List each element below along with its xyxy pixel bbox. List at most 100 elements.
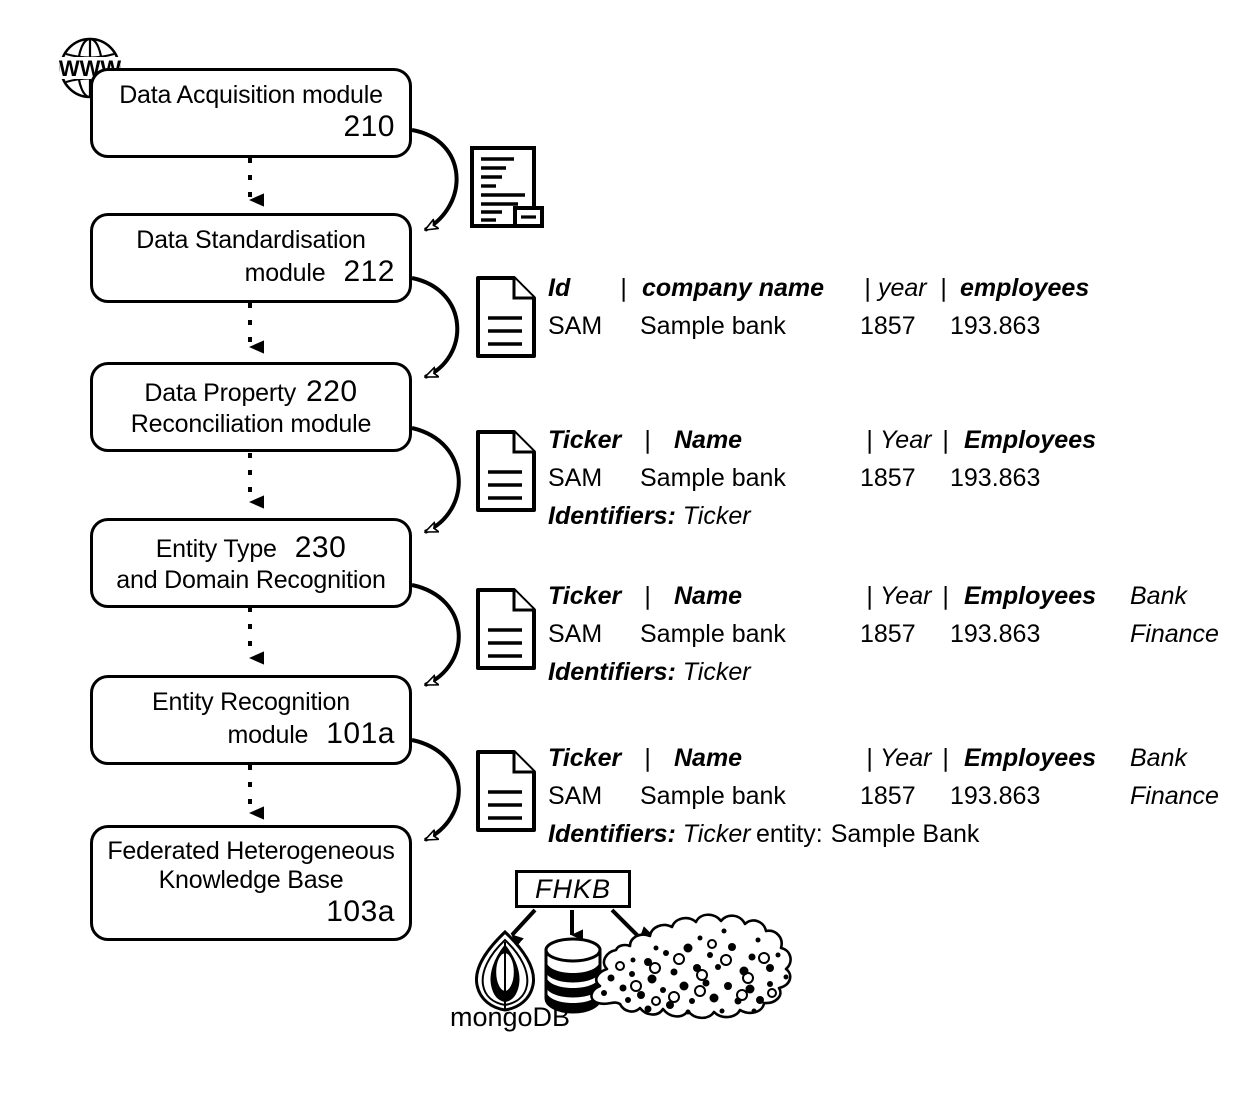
module-ref: 220 bbox=[306, 375, 358, 409]
cell-year: 1857 bbox=[860, 464, 916, 492]
module-ref: 210 bbox=[343, 110, 395, 144]
cell-year: 1857 bbox=[860, 620, 916, 648]
col-header-id: Id bbox=[548, 274, 571, 302]
col-sep: | bbox=[866, 426, 873, 454]
module-ref: 101a bbox=[326, 717, 395, 751]
module-line-1: Entity Recognition bbox=[152, 688, 350, 717]
module-box-entity-recognition[interactable]: Entity Recognition module 101a bbox=[90, 675, 412, 765]
col-header-employees: employees bbox=[960, 274, 1090, 302]
module-line-2-with-ref: module 212 bbox=[107, 255, 395, 290]
cell-year: 1857 bbox=[860, 312, 916, 340]
cell-employees: 193.863 bbox=[950, 312, 1041, 340]
record-identifiers-row: Identifiers: Ticker entity: Sample Bank bbox=[548, 822, 1219, 860]
module-line-1: Data Acquisition module bbox=[119, 81, 383, 110]
col-header-employees: Employees bbox=[964, 582, 1097, 610]
identifiers-label: Identifiers: bbox=[548, 820, 676, 848]
col-sep: | bbox=[942, 426, 949, 454]
col-sep: | bbox=[942, 744, 949, 772]
figure-canvas: WWW Data Acquisition module 210 Data Sta… bbox=[0, 0, 1240, 1108]
record-identifiers-row: Identifiers: Ticker bbox=[548, 660, 1219, 698]
col-sep: | bbox=[866, 744, 873, 772]
module-box-federated-heterogeneous-knowledge-base[interactable]: Federated Heterogeneous Knowledge Base 1… bbox=[90, 825, 412, 941]
module-line-2: module bbox=[244, 259, 326, 288]
record-header-row: Id | company name | year | employees bbox=[548, 276, 1089, 314]
record-identifiers-row: Identifiers: Ticker bbox=[548, 504, 1096, 542]
cell-name: Sample bank bbox=[640, 464, 786, 492]
col-header-ticker: Ticker bbox=[548, 582, 622, 610]
col-sep: | bbox=[644, 426, 651, 454]
record-header-row: Ticker | Name | Year | Employees Bank bbox=[548, 584, 1219, 622]
col-sep: | bbox=[644, 744, 651, 772]
cell-id: SAM bbox=[548, 312, 603, 340]
col-header-year: Year bbox=[880, 426, 932, 454]
col-header-ticker: Ticker bbox=[548, 426, 622, 454]
document-icon bbox=[476, 276, 536, 358]
cell-ticker: SAM bbox=[548, 620, 603, 648]
col-extra-top: Bank bbox=[1130, 744, 1187, 772]
curve-connector-4 bbox=[411, 583, 461, 687]
module-line-1-with-ref: Data Property 220 bbox=[107, 375, 395, 410]
col-header-ticker: Ticker bbox=[548, 744, 622, 772]
record-value-row: SAM Sample bank 1857 193.863 bbox=[548, 314, 1089, 352]
module-box-entity-type-domain-recognition[interactable]: Entity Type 230 and Domain Recognition bbox=[90, 518, 412, 608]
cell-ticker: SAM bbox=[548, 464, 603, 492]
col-extra-bottom: Finance bbox=[1130, 782, 1219, 810]
fhkb-label-box[interactable]: FHKB bbox=[515, 870, 631, 908]
identifiers-value: Ticker bbox=[682, 502, 751, 530]
col-sep: | bbox=[620, 274, 627, 302]
module-box-data-property-reconciliation[interactable]: Data Property 220 Reconciliation module bbox=[90, 362, 412, 452]
module-ref: 230 bbox=[294, 531, 347, 565]
cell-name: Sample bank bbox=[640, 782, 786, 810]
module-line-2: and Domain Recognition bbox=[116, 565, 386, 594]
identifiers-label: Identifiers: bbox=[548, 658, 676, 686]
module-line-1-with-ref: Entity Type 230 bbox=[107, 531, 395, 566]
identifiers-label: Identifiers: bbox=[548, 502, 676, 530]
col-header-year: Year bbox=[880, 744, 932, 772]
graph-cloud-icon bbox=[590, 913, 792, 1020]
record-block-4: Ticker | Name | Year | Employees Bank SAM Sample… bbox=[548, 746, 1219, 860]
col-header-employees: Employees bbox=[964, 426, 1097, 454]
entity-value: Sample Bank bbox=[830, 820, 980, 848]
module-box-data-standardisation[interactable]: Data Standardisation module 212 bbox=[90, 213, 412, 303]
record-block-2: Ticker | Name | Year | Employees SAM Sample ban… bbox=[548, 428, 1096, 542]
cell-company: Sample bank bbox=[640, 312, 786, 340]
cell-year: 1857 bbox=[860, 782, 916, 810]
module-line-2: Reconciliation module bbox=[130, 409, 372, 438]
cell-name: Sample bank bbox=[640, 620, 786, 648]
module-line-2: Knowledge Base bbox=[158, 865, 344, 894]
col-extra-bottom: Finance bbox=[1130, 620, 1219, 648]
mongodb-label: mongoDB bbox=[450, 1002, 571, 1032]
col-header-year: Year bbox=[880, 582, 932, 610]
col-extra-top: Bank bbox=[1130, 582, 1187, 610]
module-ref: 212 bbox=[343, 255, 395, 289]
cell-employees: 193.863 bbox=[950, 782, 1041, 810]
record-header-row: Ticker | Name | Year | Employees Bank bbox=[548, 746, 1219, 784]
cell-ticker: SAM bbox=[548, 782, 603, 810]
fhkb-arrow-mongodb bbox=[510, 908, 537, 947]
document-icon bbox=[476, 588, 536, 670]
col-sep: | bbox=[940, 274, 947, 302]
module-ref: 103a bbox=[326, 894, 395, 928]
cell-employees: 193.863 bbox=[950, 620, 1041, 648]
record-value-row: SAM Sample bank 1857 193.863 Finance bbox=[548, 622, 1219, 660]
col-header-company: company name bbox=[642, 274, 825, 302]
identifiers-value: Ticker bbox=[682, 820, 751, 848]
fhkb-label: FHKB bbox=[534, 873, 611, 904]
record-value-row: SAM Sample bank 1857 193.863 bbox=[548, 466, 1096, 504]
record-header-row: Ticker | Name | Year | Employees bbox=[548, 428, 1096, 466]
document-icon bbox=[476, 430, 536, 512]
module-line-1: Entity Type bbox=[155, 535, 277, 564]
module-box-data-acquisition[interactable]: Data Acquisition module 210 bbox=[90, 68, 412, 158]
col-header-year: year bbox=[878, 274, 927, 302]
col-header-name: Name bbox=[674, 582, 743, 610]
col-sep: | bbox=[644, 582, 651, 610]
module-line-2: module bbox=[227, 721, 309, 750]
fhkb-arrow-graph bbox=[610, 908, 652, 940]
col-sep: | bbox=[942, 582, 949, 610]
record-block-3: Ticker | Name | Year | Employees Bank SAM Sample… bbox=[548, 584, 1219, 698]
module-line-2-with-ref: module 101a bbox=[107, 717, 395, 752]
curve-connector-1 bbox=[411, 128, 459, 232]
curve-connector-3 bbox=[411, 426, 461, 534]
document-with-tag-icon bbox=[470, 146, 544, 228]
module-line-1: Data Property bbox=[144, 379, 297, 408]
